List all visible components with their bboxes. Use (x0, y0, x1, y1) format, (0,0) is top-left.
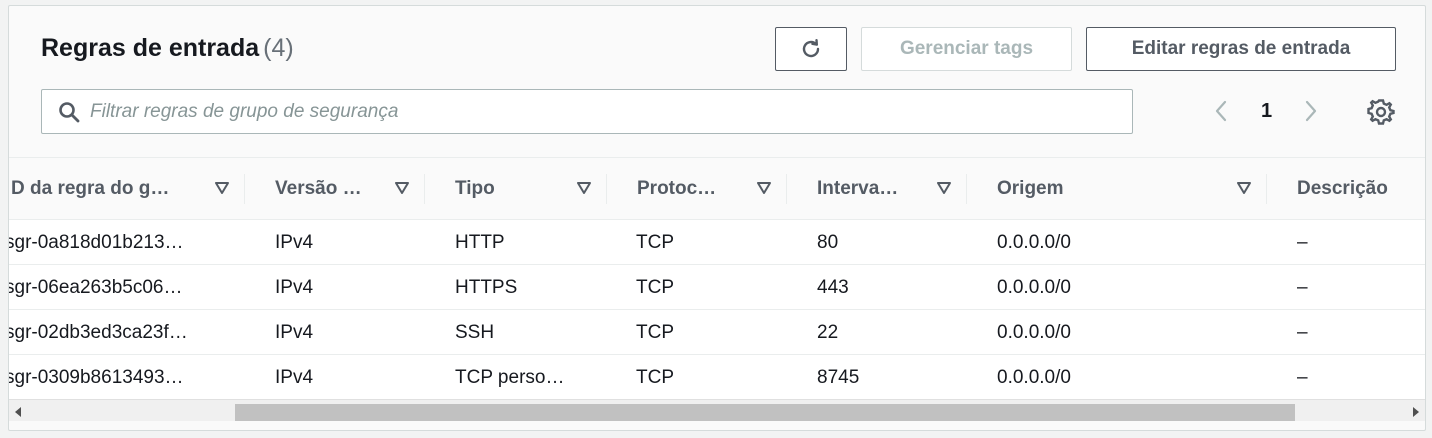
column-label: Interva… (817, 178, 899, 199)
preferences-button[interactable] (1367, 98, 1395, 131)
cell-type: TCP perso… (455, 366, 565, 388)
cell-origin: 0.0.0.0/0 (997, 231, 1071, 253)
next-page-button[interactable] (1302, 99, 1320, 128)
table-row[interactable]: sgr-0309b8613493… IPv4 TCP perso… TCP 87… (8, 355, 1425, 400)
cell-description: – (1297, 321, 1308, 343)
scrollbar-thumb[interactable] (235, 404, 1295, 421)
cell-rule-id: sgr-0309b8613493… (8, 366, 184, 388)
edit-inbound-rules-button[interactable]: Editar regras de entrada (1086, 27, 1396, 71)
cell-protocol: TCP (636, 276, 674, 298)
cell-version: IPv4 (275, 276, 314, 298)
page-title: Regras de entrada (4) (41, 34, 294, 63)
cell-protocol: TCP (636, 321, 674, 343)
cell-description: – (1297, 366, 1308, 388)
column-label: Descrição (1297, 178, 1388, 199)
cell-port-range: 443 (817, 276, 849, 298)
inbound-rules-panel: Regras de entrada (4) Gerenciar tags Edit… (8, 5, 1426, 431)
refresh-button[interactable] (775, 27, 847, 71)
rule-count: (4) (263, 34, 294, 62)
table-row[interactable]: sgr-02db3ed3ca23f… IPv4 SSH TCP 22 0.0.0… (8, 310, 1425, 355)
gear-icon (1367, 99, 1395, 125)
cell-rule-id: sgr-02db3ed3ca23f… (8, 321, 188, 343)
scroll-left-icon[interactable] (15, 407, 21, 417)
cell-protocol: TCP (636, 366, 674, 388)
table-row[interactable]: sgr-0a818d01b213… IPv4 HTTP TCP 80 0.0.0… (8, 220, 1425, 265)
column-label: Versão … (275, 178, 362, 199)
cell-origin: 0.0.0.0/0 (997, 321, 1071, 343)
previous-page-button[interactable] (1212, 99, 1230, 128)
cell-origin: 0.0.0.0/0 (997, 276, 1071, 298)
cell-version: IPv4 (275, 231, 314, 253)
table-row[interactable]: sgr-06ea263b5c06… IPv4 HTTPS TCP 443 0.0… (8, 265, 1425, 310)
column-header-type[interactable]: Tipo (425, 158, 607, 220)
cell-origin: 0.0.0.0/0 (997, 366, 1071, 388)
cell-rule-id: sgr-06ea263b5c06… (8, 276, 183, 298)
chevron-left-icon (1215, 100, 1227, 122)
scroll-right-icon[interactable] (1413, 407, 1419, 417)
caret-down-icon[interactable] (937, 181, 951, 195)
caret-down-icon[interactable] (395, 181, 409, 195)
column-label: Tipo (455, 178, 495, 199)
manage-tags-button[interactable]: Gerenciar tags (861, 27, 1072, 71)
cell-version: IPv4 (275, 366, 314, 388)
column-header-description[interactable]: Descrição (1267, 158, 1425, 220)
cell-type: SSH (455, 321, 495, 343)
cell-protocol: TCP (636, 231, 674, 253)
column-header-protocol[interactable]: Protoc… (607, 158, 787, 220)
caret-down-icon[interactable] (1237, 181, 1251, 195)
cell-rule-id: sgr-0a818d01b213… (8, 231, 184, 253)
search-input[interactable] (90, 100, 1090, 123)
cell-type: HTTP (455, 231, 505, 253)
cell-type: HTTPS (455, 276, 518, 298)
title-text: Regras de entrada (41, 34, 260, 62)
cell-version: IPv4 (275, 321, 314, 343)
search-box (41, 89, 1133, 134)
cell-port-range: 80 (817, 231, 839, 253)
search-icon (59, 101, 80, 122)
cell-port-range: 8745 (817, 366, 860, 388)
column-header-port-range[interactable]: Interva… (787, 158, 967, 220)
caret-down-icon[interactable] (215, 181, 229, 195)
caret-down-icon[interactable] (577, 181, 591, 195)
column-header-origin[interactable]: Origem (967, 158, 1267, 220)
column-label: Protoc… (637, 178, 717, 199)
horizontal-scrollbar[interactable] (9, 399, 1425, 421)
cell-description: – (1297, 231, 1308, 253)
cell-port-range: 22 (817, 321, 839, 343)
refresh-icon (802, 39, 820, 58)
column-label: D da regra do g… (11, 178, 170, 199)
column-label: Origem (997, 178, 1064, 199)
cell-description: – (1297, 276, 1308, 298)
table-header: D da regra do g… Versão … Tipo Protoc… I (9, 157, 1425, 220)
chevron-right-icon (1305, 100, 1317, 122)
caret-down-icon[interactable] (757, 181, 771, 195)
page-number[interactable]: 1 (1261, 100, 1272, 123)
column-header-rule-id[interactable]: D da regra do g… (9, 158, 245, 220)
column-header-version[interactable]: Versão … (245, 158, 425, 220)
